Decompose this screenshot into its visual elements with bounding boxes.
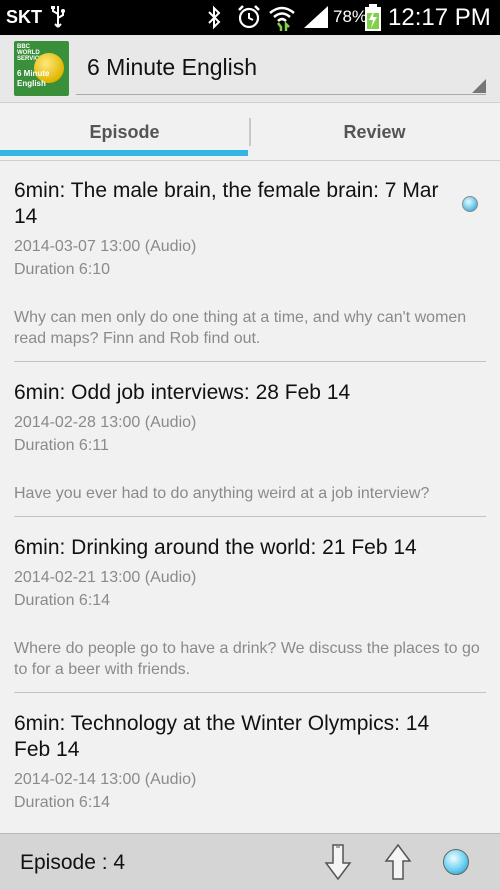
episode-count: Episode : 4 [20,851,126,874]
episode-title: 6min: Drinking around the world: 21 Feb … [14,536,417,559]
episode-duration: Duration 6:10 [14,261,111,278]
title-dropdown[interactable] [76,79,486,95]
episode-description: Why can men only do one thing at a time,… [14,309,467,347]
app-bar: BBC WORLD SERVICE 6 Minute English 6 Min… [0,35,500,103]
bluetooth-icon [205,5,223,36]
episode-date: 2014-02-28 13:00 (Audio) [14,414,197,431]
episode-title: 6min: Technology at the Winter Olympics:… [14,712,430,761]
list-item[interactable]: 6min: Odd job interviews: 28 Feb 14 2014… [0,362,500,517]
tab-divider [249,118,251,146]
episode-duration: Duration 6:11 [14,437,109,454]
episode-duration: Duration 6:14 [14,592,111,609]
arrow-up-icon [384,843,412,880]
signal-icon [303,5,329,34]
wifi-icon [268,3,296,36]
episode-date: 2014-02-14 13:00 (Audio) [14,771,197,788]
app-logo[interactable]: BBC WORLD SERVICE 6 Minute English [14,41,69,96]
episode-date: 2014-02-21 13:00 (Audio) [14,569,197,586]
play-indicator-icon [443,849,469,875]
app-logo-line1: 6 Minute [17,69,50,78]
episode-title: 6min: Odd job interviews: 28 Feb 14 [14,381,351,404]
carrier-label: SKT [6,7,42,27]
scroll-down-button[interactable] [320,843,356,881]
list-item[interactable]: 6min: The male brain, the female brain: … [0,160,500,362]
app-logo-line2: English [17,79,46,88]
usb-icon [50,5,66,34]
dropdown-arrow-icon [472,79,486,93]
battery-charging-icon [364,4,382,37]
clock-time: 12:17 PM [388,4,491,31]
episode-title: 6min: The male brain, the female brain: … [14,179,439,228]
app-logo-brand: BBC WORLD SERVICE [17,44,44,62]
alarm-icon [236,4,262,35]
arrow-down-icon [324,844,352,881]
list-item[interactable]: 6min: Technology at the Winter Olympics:… [0,693,500,814]
episode-list[interactable]: 6min: The male brain, the female brain: … [0,160,500,833]
bottom-bar: Episode : 4 [0,833,500,890]
episode-duration: Duration 6:14 [14,794,111,811]
scroll-up-button[interactable] [380,843,416,881]
battery-percent: 78% [333,7,368,26]
now-playing-button[interactable] [438,843,474,881]
list-item[interactable]: 6min: Drinking around the world: 21 Feb … [0,517,500,693]
episode-description: Have you ever had to do anything weird a… [14,485,430,502]
tab-selected-indicator [0,150,248,156]
episode-date: 2014-03-07 13:00 (Audio) [14,238,197,255]
episode-description: Where do people go to have a drink? We d… [14,640,480,678]
status-bar: SKT 78% 12:17 PM [0,0,500,35]
tab-review[interactable]: Review [250,103,499,160]
app-title[interactable]: 6 Minute English [87,54,257,81]
selected-radio-icon[interactable] [462,196,478,212]
